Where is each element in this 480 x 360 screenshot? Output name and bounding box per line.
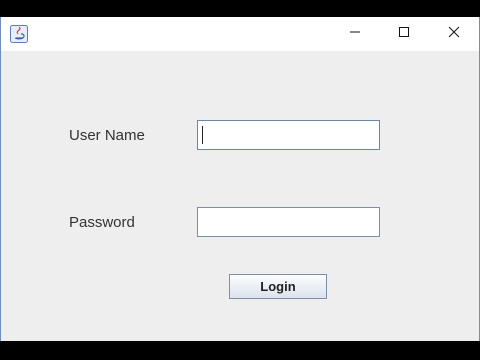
login-window: User Name Password Login	[0, 17, 480, 341]
java-icon[interactable]	[10, 25, 28, 43]
text-caret	[202, 126, 203, 144]
title-bar[interactable]	[1, 17, 479, 51]
form-panel: User Name Password Login	[1, 51, 479, 341]
screen: User Name Password Login	[0, 0, 480, 360]
username-label: User Name	[69, 127, 145, 144]
maximize-button[interactable]	[380, 17, 428, 51]
login-button[interactable]: Login	[229, 274, 327, 299]
password-label: Password	[69, 214, 135, 231]
username-field[interactable]	[197, 120, 380, 150]
close-button[interactable]	[430, 17, 478, 51]
minimize-button[interactable]	[331, 17, 379, 51]
minimize-icon	[349, 25, 361, 43]
password-field[interactable]	[197, 207, 380, 237]
close-icon	[448, 25, 460, 43]
maximize-icon	[398, 25, 410, 43]
